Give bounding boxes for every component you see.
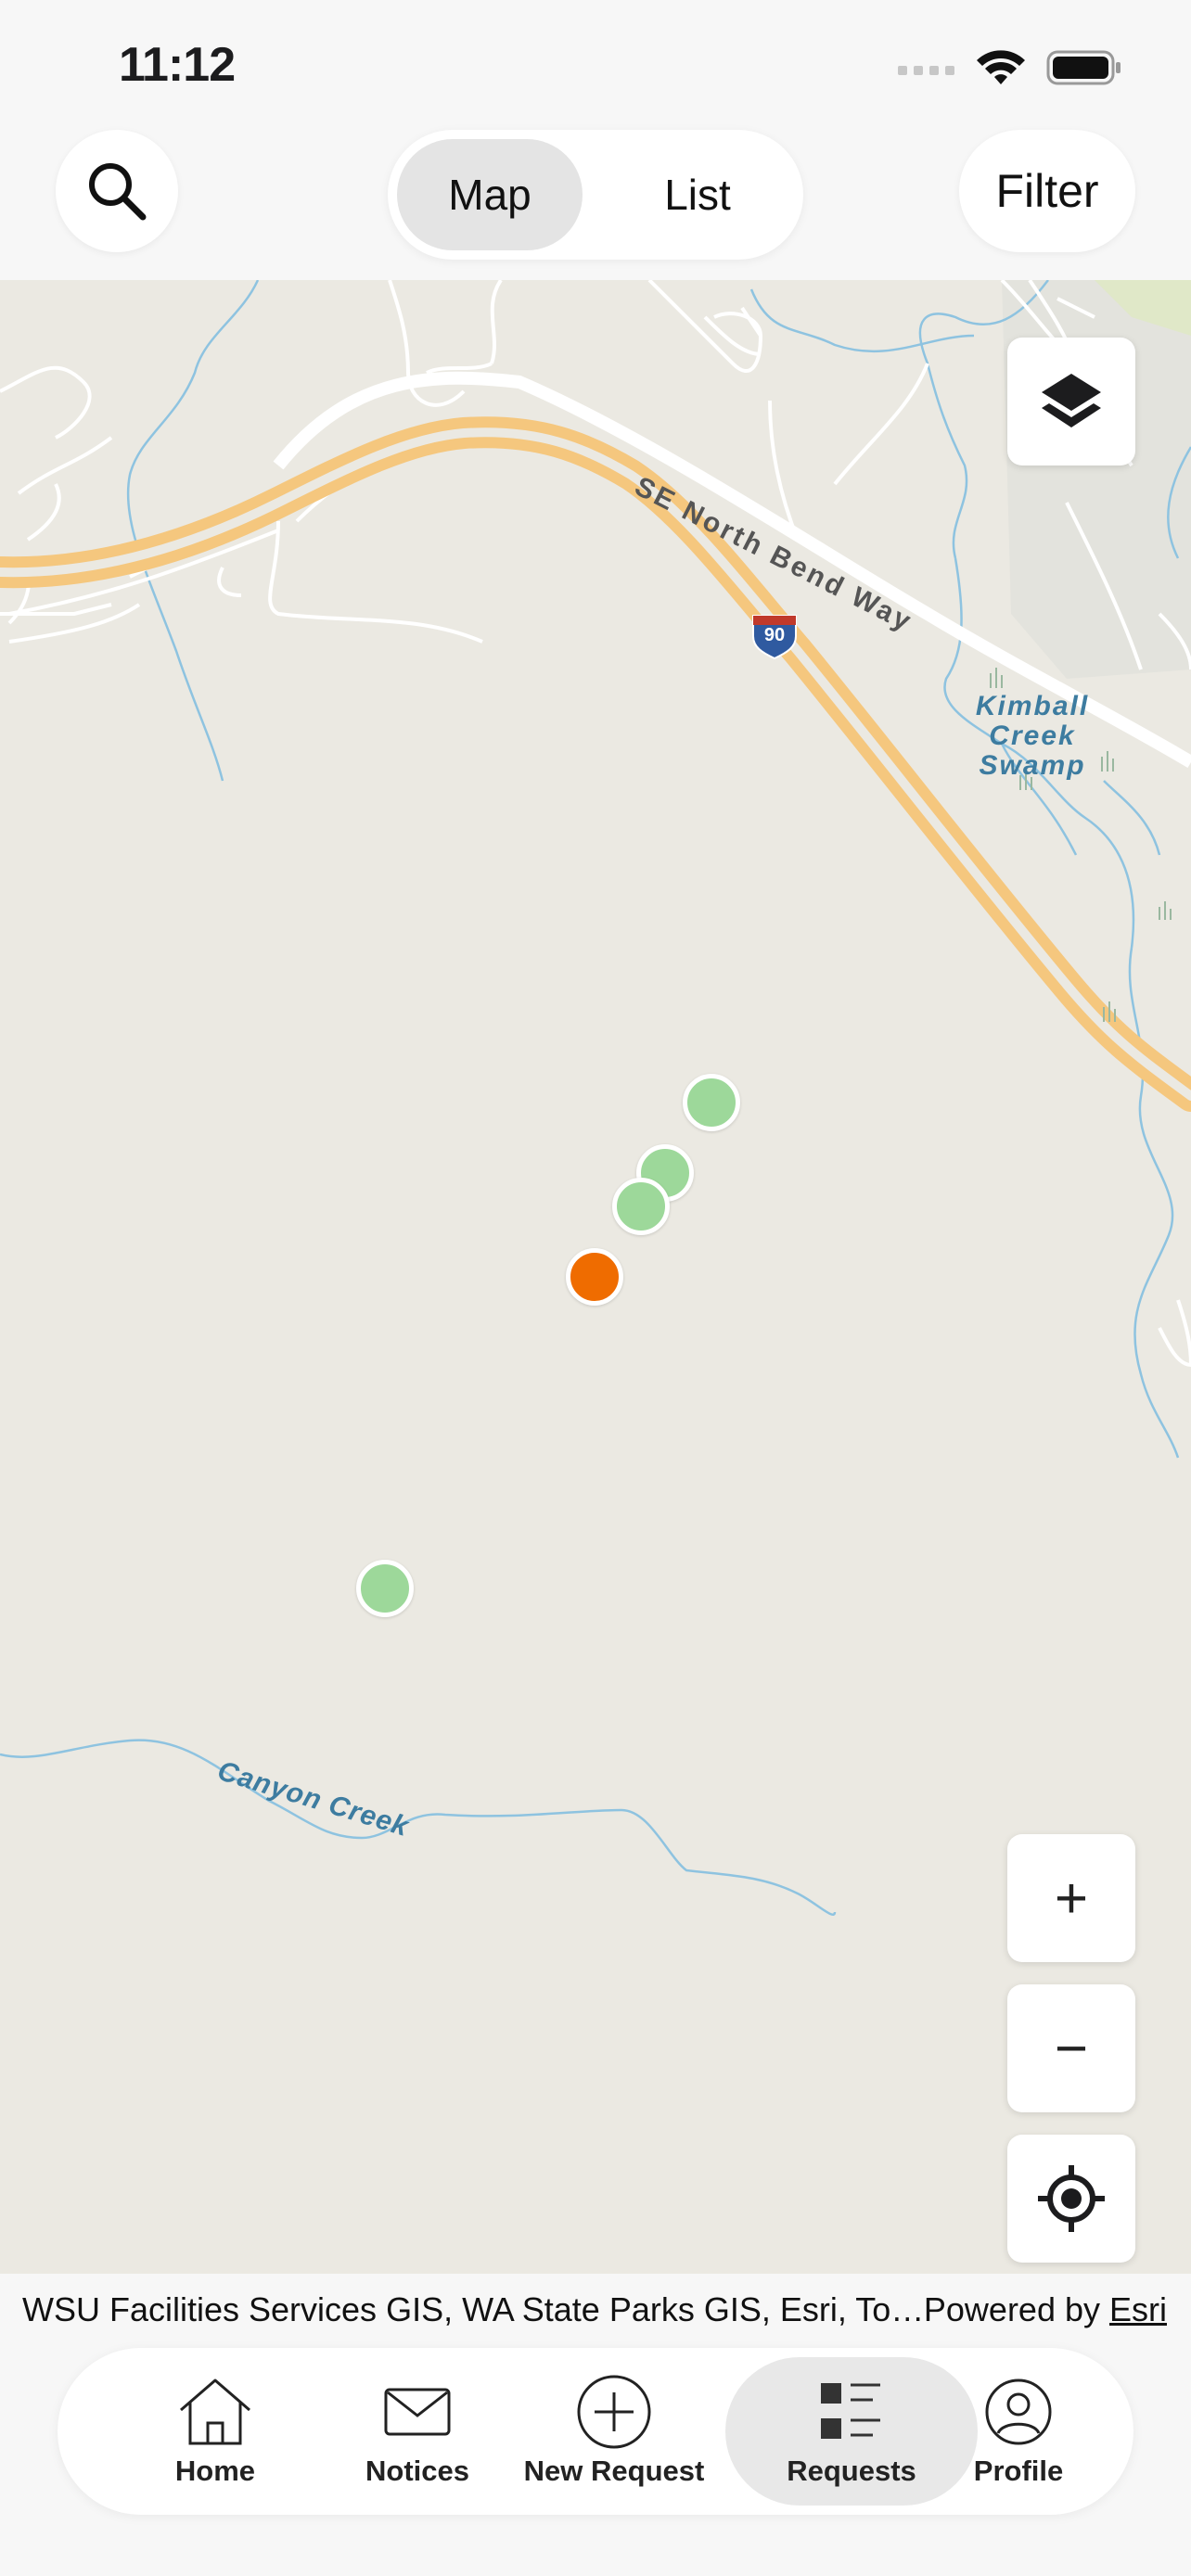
person-icon bbox=[985, 2378, 1052, 2445]
battery-icon bbox=[1046, 50, 1121, 85]
search-button[interactable] bbox=[56, 130, 178, 252]
status-icons bbox=[898, 45, 1122, 91]
tab-bar-pill: Home Notices New Request Requests Profil… bbox=[58, 2348, 1133, 2515]
segment-list[interactable]: List bbox=[605, 139, 790, 250]
segment-map[interactable]: Map bbox=[397, 139, 583, 250]
powered-by: Powered by Esri bbox=[923, 2290, 1167, 2328]
request-marker-open[interactable] bbox=[566, 1248, 623, 1306]
home-icon bbox=[180, 2378, 250, 2445]
map-list-toggle: Map List bbox=[388, 130, 803, 260]
status-time: 11:12 bbox=[119, 38, 236, 92]
map-header: Map List Filter bbox=[0, 130, 1191, 280]
tab-notices[interactable]: Notices bbox=[336, 2348, 499, 2515]
highway-shield-number: 90 bbox=[763, 625, 786, 645]
minus-icon: − bbox=[1054, 2016, 1089, 2081]
request-marker-closed[interactable] bbox=[356, 1560, 414, 1617]
swamp-label: Kimball Creek Swamp bbox=[975, 691, 1090, 781]
wifi-icon bbox=[977, 50, 1025, 84]
plus-icon: + bbox=[1054, 1866, 1089, 1931]
layers-button[interactable] bbox=[1007, 338, 1135, 465]
esri-link[interactable]: Esri bbox=[1109, 2290, 1167, 2328]
cellular-signal-icon bbox=[898, 66, 954, 75]
tab-requests[interactable]: Requests bbox=[733, 2348, 970, 2515]
map-attribution: WSU Facilities Services GIS, WA State Pa… bbox=[0, 2274, 1191, 2348]
tab-profile[interactable]: Profile bbox=[937, 2348, 1100, 2515]
zoom-out-button[interactable]: − bbox=[1007, 1984, 1135, 2112]
filter-button[interactable]: Filter bbox=[959, 130, 1135, 252]
crosshair-icon bbox=[1038, 2165, 1105, 2232]
tab-bar: Home Notices New Request Requests Profil… bbox=[0, 2348, 1191, 2576]
list-icon bbox=[821, 2383, 880, 2439]
plus-circle-icon bbox=[577, 2375, 651, 2449]
layers-icon bbox=[1042, 374, 1101, 427]
locate-me-button[interactable] bbox=[1007, 2135, 1135, 2263]
tab-home[interactable]: Home bbox=[134, 2348, 297, 2515]
attribution-sources: WSU Facilities Services GIS, WA State Pa… bbox=[22, 2290, 925, 2328]
envelope-icon bbox=[384, 2388, 451, 2436]
status-bar: 11:12 bbox=[0, 0, 1191, 130]
search-icon bbox=[89, 163, 147, 221]
request-marker-closed[interactable] bbox=[683, 1074, 740, 1131]
zoom-in-button[interactable]: + bbox=[1007, 1834, 1135, 1962]
map-view[interactable]: SE North Bend Way 90 Kimball Creek Swamp… bbox=[0, 280, 1191, 2274]
request-marker-closed[interactable] bbox=[612, 1178, 670, 1235]
tab-new-request[interactable]: New Request bbox=[503, 2348, 725, 2515]
